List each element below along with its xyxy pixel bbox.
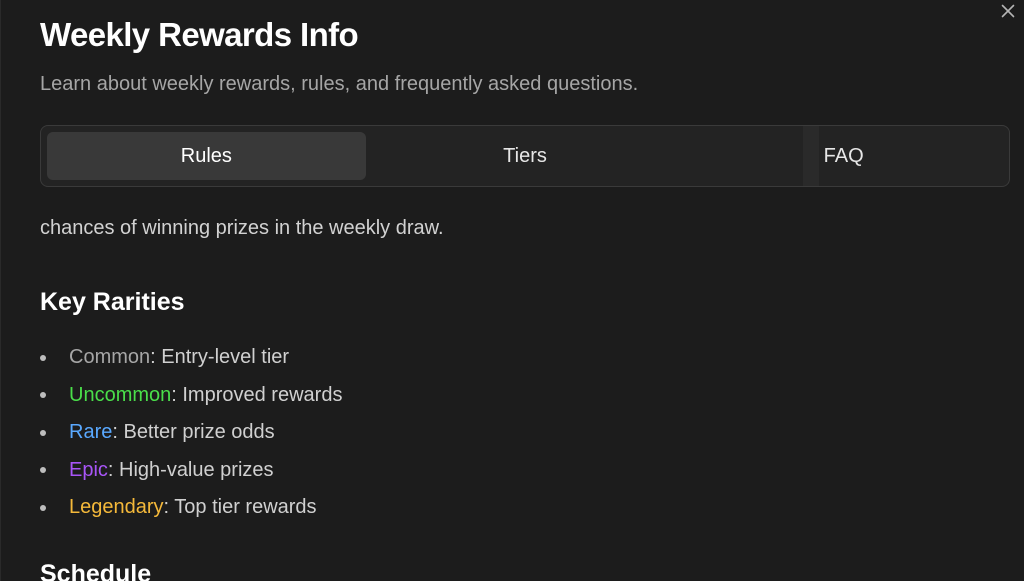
rarity-description: : Entry-level tier [150,346,290,369]
tab-faq[interactable]: FAQ [684,132,1003,180]
weekly-rewards-dialog: Weekly Rewards Info Learn about weekly r… [0,0,1024,581]
rarity-description: : Better prize odds [112,421,275,444]
list-item: Uncommon: Improved rewards [40,377,342,415]
bullet-icon [40,354,46,361]
rarity-description: : Improved rewards [171,383,343,406]
dialog-subtitle: Learn about weekly rewards, rules, and f… [40,73,639,95]
rarity-list: Common: Entry-level tier Uncommon: Impro… [40,339,342,527]
bullet-icon [40,504,46,511]
bullet-icon [40,392,46,399]
rarity-description: : High-value prizes [107,458,274,481]
tab-list: Rules Tiers FAQ [40,125,1010,187]
rarity-name-legendary: Legendary [69,496,164,519]
close-icon [1001,4,1015,18]
bullet-icon [40,429,46,436]
bullet-icon [40,467,46,474]
close-button[interactable] [996,0,1020,22]
rarity-name-epic: Epic [69,458,108,481]
rarity-name-rare: Rare [69,421,113,444]
list-item: Common: Entry-level tier [40,339,342,377]
tab-rules[interactable]: Rules [47,132,366,180]
rules-intro-text: chances of winning prizes in the weekly … [40,217,444,239]
dialog-title: Weekly Rewards Info [40,16,359,53]
tab-tiers[interactable]: Tiers [366,132,685,180]
key-rarities-heading: Key Rarities [40,288,185,316]
rarity-name-uncommon: Uncommon [69,383,172,406]
list-item: Epic: High-value prizes [40,452,342,490]
schedule-heading: Schedule [40,560,152,581]
dialog-left-border [0,0,1,581]
list-item: Legendary: Top tier rewards [40,489,342,527]
rarity-description: : Top tier rewards [163,496,317,519]
rarity-name-common: Common [69,346,151,369]
list-item: Rare: Better prize odds [40,414,342,452]
